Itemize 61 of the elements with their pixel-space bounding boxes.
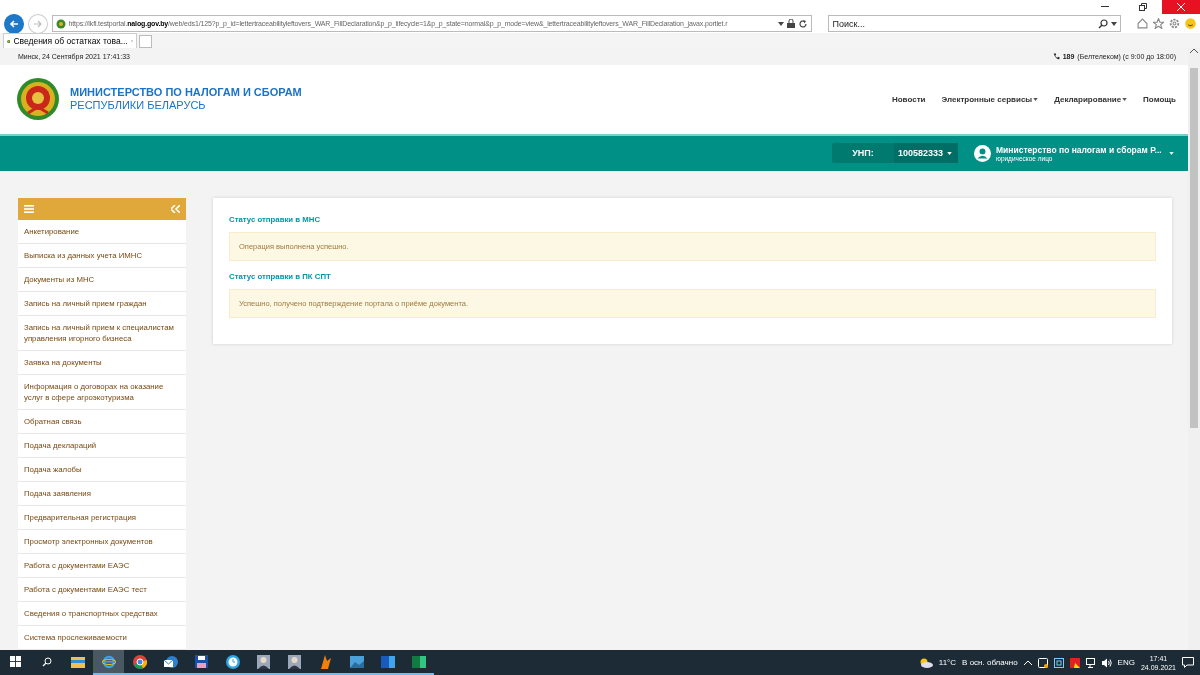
notification-icon xyxy=(1182,657,1194,668)
language-indicator[interactable]: ENG xyxy=(1117,658,1135,667)
scroll-up-icon xyxy=(1190,48,1198,54)
lock-icon xyxy=(787,19,796,28)
phone-icon xyxy=(1052,52,1060,60)
photo-icon xyxy=(349,655,364,668)
flame-icon xyxy=(319,654,332,669)
close-button[interactable] xyxy=(1162,0,1200,14)
chrome-icon xyxy=(132,654,147,669)
caret-icon xyxy=(778,21,785,26)
star-icon xyxy=(1153,18,1164,29)
antivirus-icon xyxy=(1069,657,1080,668)
nav-link[interactable]: Новости xyxy=(891,94,926,104)
unp-label: УНП: xyxy=(851,147,875,161)
ministry-subtitle: РЕСПУБЛИКИ БЕЛАРУСЬ xyxy=(70,99,207,113)
temperature-text: 11°C xyxy=(938,658,957,667)
word-icon xyxy=(380,655,395,668)
unp-dropdown[interactable]: 100582333 xyxy=(894,143,958,164)
user-name[interactable]: Министерство по налогам и сборам Р... xyxy=(996,144,1164,155)
folder-icon xyxy=(70,655,85,668)
user-avatar-icon xyxy=(974,144,991,162)
windows-icon xyxy=(10,656,21,667)
volume-icon xyxy=(1101,657,1112,668)
home-icon xyxy=(1137,18,1148,29)
cloud-icon xyxy=(918,657,933,668)
caret-icon xyxy=(947,151,953,155)
close-icon xyxy=(1177,3,1185,11)
settings-icon xyxy=(1169,18,1180,29)
person-icon xyxy=(257,654,270,669)
nav-link[interactable]: Помощь xyxy=(1143,94,1176,104)
chevron-up-icon xyxy=(1023,660,1032,665)
clock-icon xyxy=(225,654,240,669)
ministry-title: МИНИСТЕРСТВО ПО НАЛОГАМ И СБОРАМ xyxy=(70,86,303,100)
nav-link[interactable]: Декларирование xyxy=(1054,94,1128,104)
excel-icon xyxy=(411,655,426,668)
caret-icon xyxy=(1111,21,1117,26)
back-button[interactable] xyxy=(4,13,24,34)
emblem-logo-icon xyxy=(16,77,60,122)
tray-app-icon xyxy=(1053,657,1064,668)
search-field[interactable]: Поиск... xyxy=(828,15,1121,32)
network-icon xyxy=(1085,657,1096,668)
person-icon xyxy=(288,654,301,669)
smiley-icon xyxy=(1185,18,1196,29)
tray-app-icon xyxy=(1037,657,1048,668)
forward-arrow-icon xyxy=(32,18,43,29)
menu-icon xyxy=(24,205,34,213)
minimize-icon xyxy=(1101,6,1109,8)
search-icon xyxy=(41,656,52,667)
double-chevron-icon xyxy=(171,205,180,213)
caret-icon xyxy=(1169,151,1174,155)
browser-tab[interactable]: Сведения об остатках това... xyxy=(3,33,137,48)
weather-text: В осн. облачно xyxy=(962,658,1018,667)
nav-link[interactable]: Электронные сервисы xyxy=(941,94,1039,104)
back-arrow-icon xyxy=(8,18,19,29)
refresh-icon xyxy=(798,18,809,29)
restore-icon xyxy=(1139,3,1147,11)
site-icon xyxy=(55,18,66,29)
floppy-icon xyxy=(195,655,208,668)
scrollbar[interactable] xyxy=(1188,48,1200,650)
search-icon xyxy=(1098,18,1108,29)
mail-icon xyxy=(163,655,178,668)
